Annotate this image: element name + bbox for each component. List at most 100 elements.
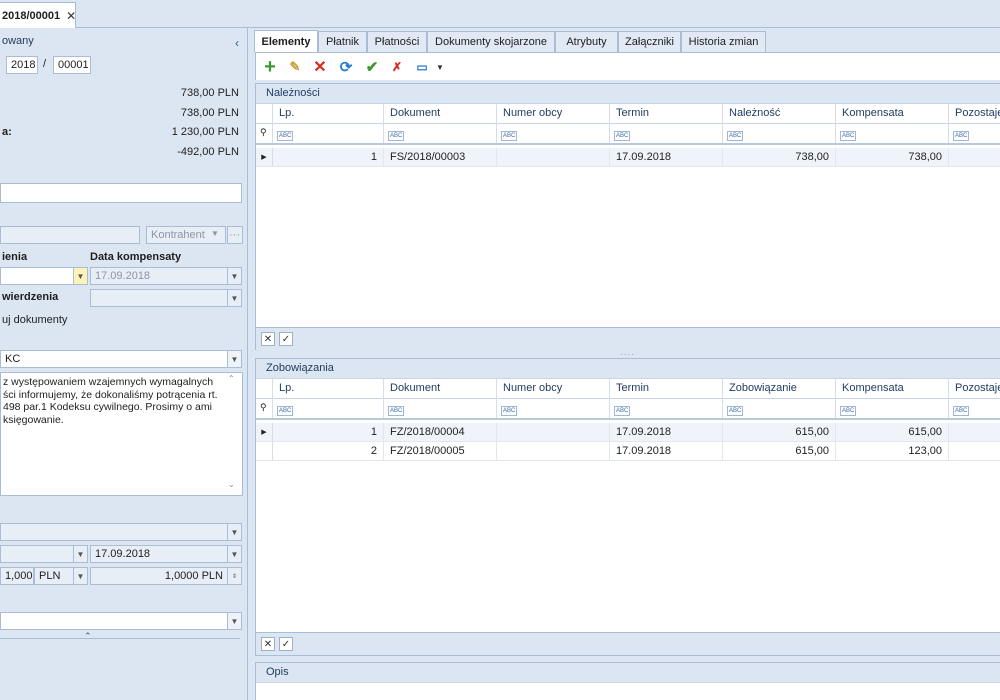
tab-dokumenty-skojarzone[interactable]: Dokumenty skojarzone xyxy=(427,31,555,52)
column-header[interactable]: Należność xyxy=(723,104,836,124)
filter-cell[interactable]: ABC xyxy=(497,124,610,143)
chevron-down-icon[interactable]: ▼ xyxy=(73,267,88,285)
checkbox-icon[interactable]: ✓ xyxy=(279,332,293,346)
column-header[interactable]: Dokument xyxy=(384,379,497,399)
bottom-select[interactable] xyxy=(0,612,228,630)
filter-cell[interactable]: ABC xyxy=(836,124,949,143)
expand-up-icon[interactable]: ⌃ xyxy=(84,631,92,642)
checkbox-icon[interactable]: ✓ xyxy=(279,637,293,651)
column-header[interactable]: Termin xyxy=(610,379,723,399)
filter-cell[interactable]: ABC xyxy=(384,124,497,143)
rate-type-select[interactable] xyxy=(0,545,74,563)
column-header[interactable]: Zobowiązanie xyxy=(723,379,836,399)
filter-cell[interactable]: ABC xyxy=(384,399,497,418)
column-header[interactable]: Lp. xyxy=(273,379,384,399)
filter-cell[interactable]: ABC xyxy=(610,124,723,143)
export-icon[interactable]: ▭ xyxy=(413,58,431,76)
counterparty-browse-button[interactable]: ··· xyxy=(227,226,243,244)
chevron-down-icon[interactable]: ▼ xyxy=(227,267,242,285)
tab-platnik[interactable]: Płatnik xyxy=(318,31,367,52)
column-header[interactable]: Termin xyxy=(610,104,723,124)
filter-cell[interactable]: ABC xyxy=(273,399,384,418)
filter-cell[interactable]: ABC xyxy=(836,399,949,418)
chevron-down-icon[interactable]: ▼ xyxy=(227,545,242,563)
cell-kwota: 738,00 xyxy=(723,148,836,167)
close-icon[interactable]: ✕ xyxy=(66,9,76,23)
abc-filter-icon: ABC xyxy=(501,406,518,416)
chevron-down-icon[interactable]: ▼ xyxy=(73,567,88,585)
tab-zalaczniki[interactable]: Załączniki xyxy=(618,31,681,52)
filter-cell[interactable]: ABC xyxy=(610,399,723,418)
name-field[interactable] xyxy=(0,183,242,203)
table-row[interactable]: ▶ 1 FS/2018/00003 17.09.2018 738,00 738,… xyxy=(256,148,1000,167)
tab-historia-zmian[interactable]: Historia zmian xyxy=(681,31,766,52)
column-header[interactable]: Lp. xyxy=(273,104,384,124)
compensation-date-field[interactable]: 17.09.2018 xyxy=(90,267,228,285)
filter-pin-icon: ⚲ xyxy=(256,399,273,418)
approve-icon[interactable]: ✔ xyxy=(363,58,381,76)
cell-kwota: 615,00 xyxy=(723,442,836,461)
collapse-icon[interactable]: ‹ xyxy=(235,36,239,50)
column-header[interactable]: Kompensata xyxy=(836,104,949,124)
tab-elementy[interactable]: Elementy xyxy=(254,30,318,52)
rate-right-field[interactable]: 1,0000 PLN xyxy=(90,567,228,585)
chevron-down-icon[interactable]: ▼ xyxy=(431,58,449,76)
column-header[interactable]: Pozostaje xyxy=(949,104,1000,124)
splitter-handle[interactable]: ···· xyxy=(255,350,1000,359)
number-sequence-field[interactable]: 00001 xyxy=(53,56,91,74)
confirmation-field[interactable] xyxy=(90,289,228,307)
column-header[interactable]: Kompensata xyxy=(836,379,949,399)
edit-icon[interactable]: ✎ xyxy=(286,58,304,76)
filter-cell[interactable]: ABC xyxy=(723,124,836,143)
rate-date-field[interactable]: 17.09.2018 xyxy=(90,545,228,563)
number-separator: / xyxy=(43,58,47,70)
chevron-down-icon[interactable]: ▼ xyxy=(227,350,242,368)
chevron-down-icon[interactable]: ▼ xyxy=(227,523,242,541)
tab-platnosci[interactable]: Płatności xyxy=(367,31,427,52)
column-header[interactable]: Numer obcy xyxy=(497,379,610,399)
filter-cell[interactable]: ABC xyxy=(273,124,384,143)
chevron-down-icon[interactable]: ▼ xyxy=(227,289,242,307)
toolbar: + ✎ ✕ ⟳ ✔ ✗ ▭ ▼ xyxy=(255,52,1000,80)
delete-icon[interactable]: ✕ xyxy=(311,58,329,76)
column-header[interactable]: Dokument xyxy=(384,104,497,124)
rate-value-field[interactable]: 1,0000 xyxy=(0,567,34,585)
scroll-up-icon[interactable]: ⌃ xyxy=(228,374,235,383)
add-icon[interactable]: + xyxy=(261,56,279,78)
column-header[interactable]: Pozostaje xyxy=(949,379,1000,399)
naleznosci-section: Należności Lp. Dokument Numer obcy Termi… xyxy=(255,83,1000,350)
chevron-down-icon[interactable]: ▼ xyxy=(73,545,88,563)
opis-textarea[interactable] xyxy=(256,683,1000,700)
amount-pozostaje: -492,00 PLN xyxy=(177,146,239,158)
abc-filter-icon: ABC xyxy=(388,406,405,416)
date-field[interactable] xyxy=(0,267,74,285)
rate-currency-select[interactable]: PLN xyxy=(34,567,74,585)
disabled-select[interactable] xyxy=(0,523,228,541)
table-row[interactable]: 2 FZ/2018/00005 17.09.2018 615,00 123,00 xyxy=(256,442,1000,461)
scroll-down-icon[interactable]: ⌄ xyxy=(228,480,235,489)
chevron-down-icon: ▼ xyxy=(211,229,219,238)
column-header[interactable]: Numer obcy xyxy=(497,104,610,124)
grid-header: Lp. Dokument Numer obcy Termin Zobowiąza… xyxy=(256,379,1000,399)
cell-termin: 17.09.2018 xyxy=(610,442,723,461)
number-year-field[interactable]: 2018 xyxy=(6,56,38,74)
tab-atrybuty[interactable]: Atrybuty xyxy=(555,31,618,52)
refresh-icon[interactable]: ⟳ xyxy=(337,58,355,76)
counterparty-code-field[interactable] xyxy=(0,226,140,244)
abc-filter-icon: ABC xyxy=(727,406,744,416)
filter-cell[interactable]: ABC xyxy=(949,124,1000,143)
document-tab[interactable]: 2018/00001 ✕ xyxy=(0,2,76,28)
clear-filter-icon[interactable]: ✕ xyxy=(261,637,275,651)
cancel-icon[interactable]: ✗ xyxy=(388,58,406,76)
table-row[interactable]: ▶ 1 FZ/2018/00004 17.09.2018 615,00 615,… xyxy=(256,423,1000,442)
grid-footer: ✕ ✓ xyxy=(256,327,1000,350)
filter-cell[interactable]: ABC xyxy=(497,399,610,418)
description-textarea[interactable]: z występowaniem wzajemnych wymagalnych ś… xyxy=(0,372,243,496)
description-template-select[interactable]: KC xyxy=(0,350,228,368)
filter-cell[interactable]: ABC xyxy=(949,399,1000,418)
clear-filter-icon[interactable]: ✕ xyxy=(261,332,275,346)
filter-cell[interactable]: ABC xyxy=(723,399,836,418)
spin-icon[interactable]: ⇕ xyxy=(227,567,242,585)
cell-dokument: FZ/2018/00004 xyxy=(384,423,497,442)
chevron-down-icon[interactable]: ▼ xyxy=(227,612,242,630)
